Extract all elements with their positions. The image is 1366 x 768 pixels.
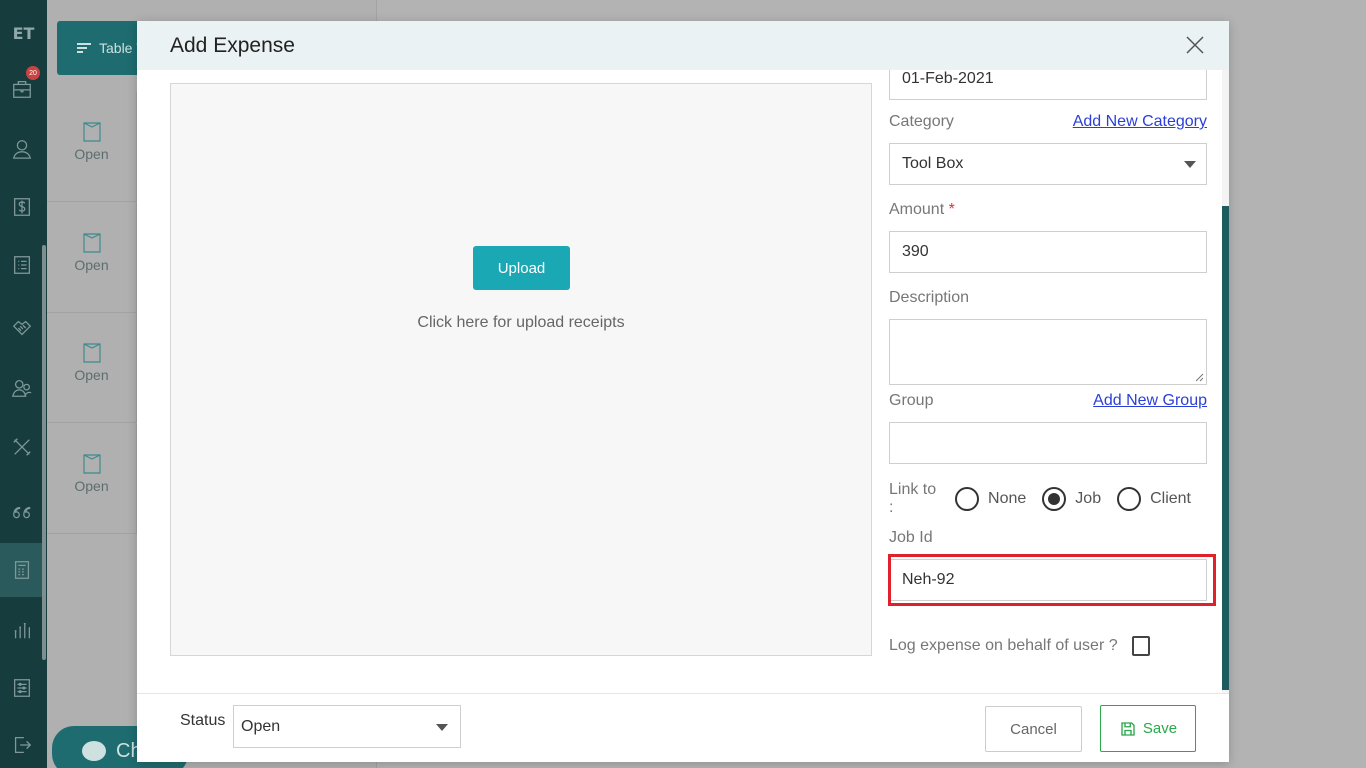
left-sidebar: ET 20 [0,0,47,768]
group-input[interactable] [889,422,1207,464]
app-logo: ET [12,24,35,43]
list-item[interactable]: Open [47,203,137,313]
job-id-label: Job Id [889,529,933,546]
status-label: Status [180,712,226,729]
status-select[interactable]: Open [233,705,461,748]
radio-job[interactable]: Job [1042,487,1101,511]
radio-none[interactable]: None [955,487,1026,511]
receipt-icon [82,122,101,142]
amount-label: Amount * [889,201,955,219]
radio-circle [1117,487,1142,511]
chat-icon [82,741,106,761]
group-label: Group [889,392,934,409]
save-button[interactable]: Save [1100,705,1196,752]
team-icon [12,380,32,397]
row-status: Open [74,257,109,273]
user-icon [12,140,32,159]
sidebar-item-deals[interactable] [0,303,44,353]
add-category-link[interactable]: Add New Category [1073,113,1207,131]
sidebar-item-settings[interactable] [0,663,44,713]
description-label: Description [889,289,970,306]
radio-label: None [988,490,1027,507]
chevron-down-icon [1184,161,1196,168]
receipt-icon [82,343,101,363]
sidebar-item-reports[interactable] [0,605,44,655]
table-view-button[interactable]: Table V [57,21,147,75]
amount-input[interactable]: 390 [889,231,1207,273]
add-expense-modal: Add Expense Upload Click here for upload… [137,21,1229,762]
close-button[interactable] [1183,33,1207,57]
radio-circle [955,487,980,511]
sidebar-item-logout[interactable] [0,720,44,768]
sidebar-item-tools[interactable] [0,422,44,472]
list-item[interactable]: Open [47,424,137,534]
receipt-upload-area[interactable]: Upload Click here for upload receipts [170,83,872,656]
amount-value: 390 [902,243,929,260]
sidebar-item-expenses[interactable] [0,543,44,597]
list-item[interactable]: Open [47,313,137,423]
list-icon [14,256,30,274]
row-status: Open [74,367,109,383]
behalf-row: Log expense on behalf of user ? [889,636,1150,656]
notification-badge: 20 [26,66,40,80]
list-item[interactable]: Open [47,92,137,202]
modal-header: Add Expense [137,21,1229,70]
sort-icon [77,41,91,55]
category-label: Category [889,113,954,130]
upload-hint[interactable]: Click here for upload receipts [171,314,871,332]
receipt-icon [82,233,101,253]
settings-icon [14,679,30,697]
date-value: 01-Feb-2021 [902,70,994,87]
sidebar-item-team[interactable] [0,363,44,413]
handshake-icon [12,320,32,336]
upload-button[interactable]: Upload [473,246,570,290]
category-value: Tool Box [902,155,964,172]
chevron-down-icon [436,724,448,731]
description-textarea[interactable] [889,319,1207,385]
behalf-label: Log expense on behalf of user ? [889,637,1118,654]
logout-icon [14,737,32,753]
sidebar-item-users[interactable] [0,124,44,174]
amount-label-text: Amount [889,201,945,218]
radio-label: Client [1150,490,1191,507]
modal-scrollbar-thumb[interactable] [1222,206,1229,690]
sidebar-item-quotes[interactable] [0,488,44,538]
calculator-icon [14,561,30,579]
save-label: Save [1142,720,1178,737]
radio-label: Job [1075,490,1102,507]
receipt-icon [82,454,101,474]
link-to-label: Link to : [889,481,937,516]
sidebar-scrollbar[interactable] [42,245,46,660]
category-select[interactable]: Tool Box [889,143,1207,185]
sidebar-item-lists[interactable] [0,240,44,290]
date-field[interactable]: 01-Feb-2021 [889,70,1207,100]
add-group-link[interactable]: Add New Group [1093,392,1207,410]
job-id-input[interactable]: Neh-92 [889,559,1207,601]
sidebar-item-billing[interactable] [0,182,44,232]
dollar-icon [14,198,30,216]
chart-icon [14,622,30,639]
close-icon [1186,36,1204,54]
radio-circle-selected [1042,487,1067,511]
row-status: Open [74,146,109,162]
job-id-value: Neh-92 [902,571,955,588]
radio-client[interactable]: Client [1117,487,1191,511]
save-icon [1121,721,1135,736]
modal-footer: Status Open Cancel Save [137,693,1229,762]
status-value: Open [241,717,281,735]
briefcase-icon [13,81,31,98]
resize-handle-icon[interactable] [1195,373,1204,382]
quote-icon [13,506,31,519]
behalf-checkbox[interactable] [1131,636,1150,656]
expense-form: 01-Feb-2021 Category Add New Category To… [889,70,1207,694]
modal-title: Add Expense [170,33,295,57]
tools-icon [13,438,31,456]
cancel-button[interactable]: Cancel [985,706,1082,752]
required-mark: * [948,201,955,218]
row-status: Open [74,478,109,494]
link-to-group: Link to : None Job Client [889,481,1207,516]
